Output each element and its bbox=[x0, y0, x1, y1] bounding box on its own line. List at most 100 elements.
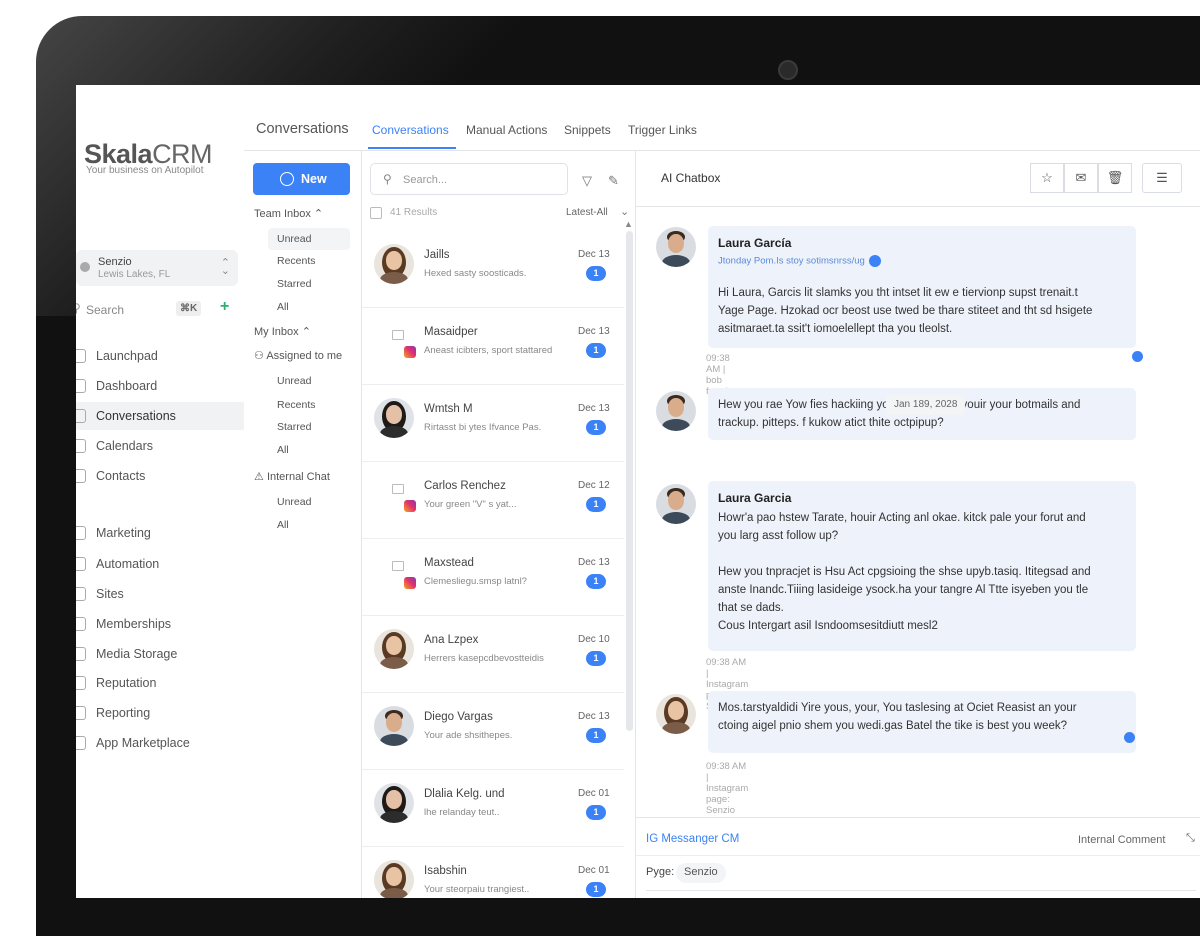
message-preview: Your steorpaiu trangiest.. bbox=[424, 884, 530, 895]
conversation-date: Dec 13 bbox=[578, 557, 610, 568]
filter-my-starred[interactable]: Starred bbox=[268, 416, 350, 438]
conversation-row[interactable]: Carlos Renchez Your green "V" s yat... Dec… bbox=[362, 462, 624, 539]
app-screen: SkalaCRM Your business on Autopilot Senz… bbox=[76, 85, 1200, 898]
filter-team-all[interactable]: All bbox=[268, 296, 350, 318]
contact-name: Carlos Renchez bbox=[424, 480, 506, 492]
conversation-row[interactable]: Isabshin Your steorpaiu trangiest.. Dec 01… bbox=[362, 847, 624, 898]
avatar bbox=[374, 860, 414, 898]
nav-item-reporting[interactable]: Reporting bbox=[76, 699, 244, 727]
conversation-date: Dec 13 bbox=[578, 711, 610, 722]
message-preview: Your green "V" s yat... bbox=[424, 499, 517, 510]
avatar bbox=[656, 694, 696, 734]
tab-conversations[interactable]: Conversations bbox=[372, 123, 449, 137]
inbox-filters: New Team Inbox ⌃ Unread Recents Starred … bbox=[244, 151, 362, 898]
nav-item-automation[interactable]: Automation bbox=[76, 550, 244, 578]
avatar bbox=[656, 227, 696, 267]
message-preview: lhe relanday teut.. bbox=[424, 807, 500, 818]
filter-my-all[interactable]: All bbox=[268, 439, 350, 461]
nav-item-conversations[interactable]: Conversations bbox=[76, 402, 244, 430]
conversation-row[interactable]: Diego Vargas Your ade shsithepes. Dec 13 1 bbox=[362, 693, 624, 770]
filter-chat-unread[interactable]: Unread bbox=[268, 491, 350, 513]
internal-comment-tab[interactable]: Internal Comment bbox=[1078, 834, 1165, 846]
message-text-line: trackup. pitteps. f kukow atict thite oc… bbox=[718, 417, 944, 429]
media-storage-icon bbox=[76, 647, 86, 661]
new-conversation-button[interactable]: New bbox=[253, 163, 350, 195]
avatar bbox=[656, 391, 696, 431]
message-preview: Rirtasst bi ytes Ifvance Pas. bbox=[424, 422, 542, 433]
contact-name: Diego Vargas bbox=[424, 711, 493, 723]
nav-item-calendars[interactable]: Calendars bbox=[76, 432, 244, 460]
conversation-row[interactable]: Wmtsh M Rirtasst bi ytes Ifvance Pas. Dec … bbox=[362, 385, 624, 462]
my-inbox-header[interactable]: My Inbox ⌃ bbox=[254, 325, 311, 338]
contact-name: Masaidper bbox=[424, 326, 478, 338]
search-icon: ⚲ bbox=[76, 301, 81, 315]
sort-dropdown[interactable]: Latest-All bbox=[566, 207, 608, 218]
sites-icon bbox=[76, 587, 86, 601]
contact-name: Dlalia Kelg. und bbox=[424, 788, 505, 800]
nav-item-contacts[interactable]: Contacts bbox=[76, 462, 244, 490]
chat-title: AI Chatbox bbox=[661, 171, 721, 185]
envelope-open-icon[interactable]: ✉ bbox=[1064, 163, 1098, 193]
nav-item-marketing[interactable]: Marketing bbox=[76, 519, 244, 547]
nav-item-memberships[interactable]: Memberships bbox=[76, 610, 244, 638]
nav-item-launchpad[interactable]: Launchpad bbox=[76, 342, 244, 370]
page-label: Pyge: bbox=[646, 866, 675, 878]
tab-manual-actions[interactable]: Manual Actions bbox=[466, 123, 547, 137]
conversation-search-input[interactable]: ⚲ Search... bbox=[370, 163, 568, 195]
nav-item-reputation[interactable]: Reputation bbox=[76, 669, 244, 697]
laptop-frame: SkalaCRM Your business on Autopilot Senz… bbox=[0, 0, 1200, 936]
conversation-row[interactable]: Maxstead Clemesliegu.smsp latnl? Dec 13 1 bbox=[362, 539, 624, 616]
nav-item-app-marketplace[interactable]: App Marketplace bbox=[76, 729, 244, 757]
conversation-row[interactable]: Dlalia Kelg. und lhe relanday teut.. Dec 0… bbox=[362, 770, 624, 847]
conversation-row[interactable]: Ana Lzpex Herrers kasepcdbevostteidis Dec … bbox=[362, 616, 624, 693]
avatar bbox=[374, 706, 414, 746]
tab-trigger-links[interactable]: Trigger Links bbox=[628, 123, 697, 137]
read-receipt-icon bbox=[1124, 732, 1135, 743]
conversations-icon bbox=[76, 409, 86, 423]
filter-icon[interactable]: ▽ bbox=[582, 173, 592, 189]
filter-my-unread[interactable]: Unread bbox=[268, 370, 350, 392]
channel-selector[interactable]: IG Messanger CM bbox=[646, 833, 739, 845]
automation-icon bbox=[76, 557, 86, 571]
composer-input-line[interactable] bbox=[646, 890, 1196, 891]
quick-add-icon[interactable]: + bbox=[220, 298, 229, 316]
message-text-line: you larg asst follow up? bbox=[718, 530, 839, 542]
nav-item-label: Marketing bbox=[96, 526, 151, 540]
page-selector[interactable]: Senzio bbox=[676, 863, 726, 883]
star-icon[interactable]: ☆ bbox=[1030, 163, 1064, 193]
list-scrollbar[interactable] bbox=[626, 231, 633, 731]
conversation-row[interactable]: Jaills Hexed sasty soosticads. Dec 13 1 bbox=[362, 231, 624, 308]
conversation-date: Dec 13 bbox=[578, 249, 610, 260]
unread-badge: 1 bbox=[586, 805, 606, 820]
expand-icon[interactable]: ⤡ bbox=[1186, 832, 1195, 845]
sender-name: Laura García bbox=[718, 236, 792, 250]
nav-item-media-storage[interactable]: Media Storage bbox=[76, 640, 244, 668]
internal-chat-header[interactable]: ⚠ Internal Chat bbox=[254, 470, 330, 483]
tab-snippets[interactable]: Snippets bbox=[564, 123, 611, 137]
filter-team-starred[interactable]: Starred bbox=[268, 273, 350, 295]
assigned-to-me[interactable]: ⚇ Assigned to me bbox=[254, 349, 342, 362]
compose-icon[interactable]: ✎ bbox=[608, 173, 619, 189]
nav-item-label: Media Storage bbox=[96, 647, 178, 661]
nav-item-sites[interactable]: Sites bbox=[76, 580, 244, 608]
unread-badge: 1 bbox=[586, 728, 606, 743]
broken-image-icon bbox=[392, 484, 404, 494]
filter-lines-icon[interactable]: ☰ bbox=[1142, 163, 1182, 193]
nav-item-label: Memberships bbox=[96, 617, 172, 631]
scroll-up-icon[interactable]: ▲ bbox=[624, 219, 633, 229]
filter-my-recents[interactable]: Recents bbox=[268, 394, 350, 416]
nav-item-dashboard[interactable]: Dashboard bbox=[76, 372, 244, 400]
message-preview: Your ade shsithepes. bbox=[424, 730, 513, 741]
filter-team-recents[interactable]: Recents bbox=[268, 250, 350, 272]
filter-chat-all[interactable]: All bbox=[268, 514, 350, 536]
filter-team-unread[interactable]: Unread bbox=[268, 228, 350, 250]
conversation-row[interactable]: Masaidper Aneast icibters, sport stattare… bbox=[362, 308, 624, 385]
trash-icon[interactable]: 🗑 bbox=[1098, 163, 1132, 193]
team-inbox-header[interactable]: Team Inbox ⌃ bbox=[254, 207, 323, 220]
nav-search[interactable]: ⚲ Search ⌘K + bbox=[76, 297, 238, 323]
select-all-checkbox[interactable] bbox=[370, 207, 382, 219]
contact-name: Isabshin bbox=[424, 865, 467, 877]
location-switcher[interactable]: Senzio Lewis Lakes, FL ⌃ ⌄ bbox=[76, 250, 238, 286]
conversation-date: Dec 10 bbox=[578, 634, 610, 645]
chevron-down-icon: ⌄ bbox=[620, 206, 630, 218]
